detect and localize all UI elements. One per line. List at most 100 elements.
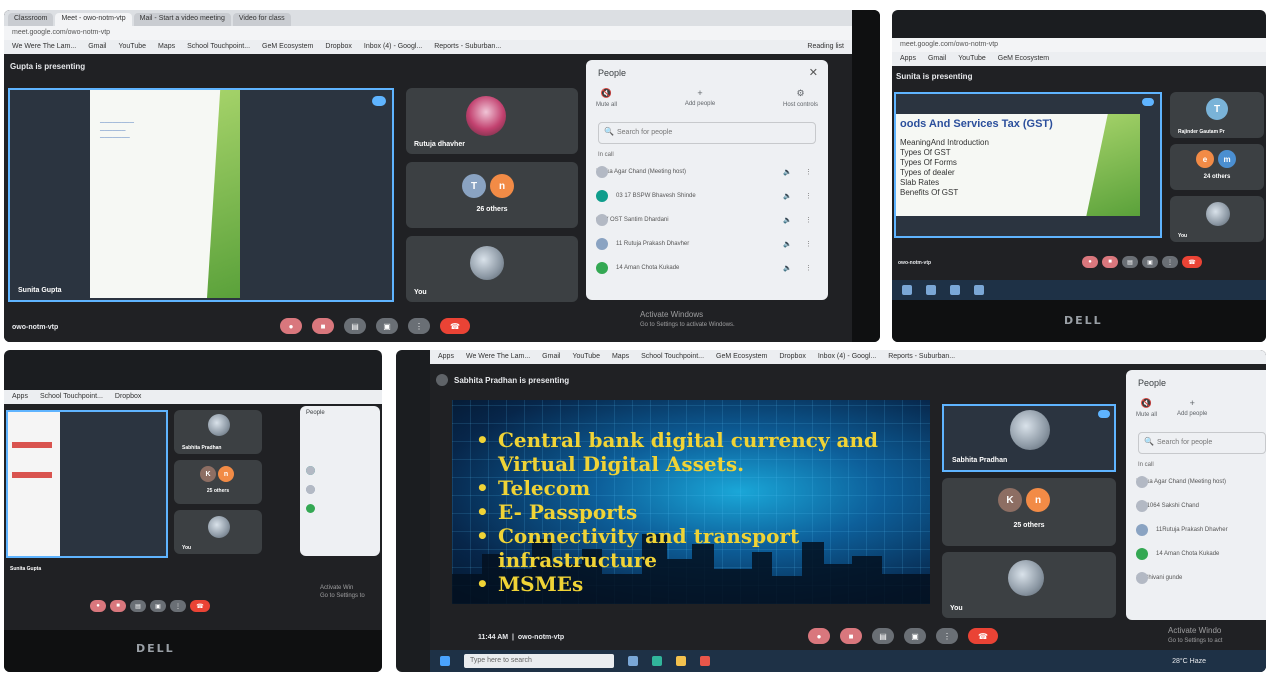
bookmark-item[interactable]: Maps <box>158 43 175 51</box>
self-tile[interactable]: You <box>942 552 1116 618</box>
more-options-button[interactable]: ⋮ <box>170 600 186 612</box>
bookmark-item[interactable]: YouTube <box>118 43 146 51</box>
mic-off-button[interactable]: ● <box>808 628 830 644</box>
list-item[interactable]: Ar 11064 Sakshi Chand <box>1136 494 1256 518</box>
windows-start-icon[interactable] <box>902 285 912 295</box>
close-icon[interactable]: ✕ <box>809 66 818 79</box>
taskbar-search-input[interactable]: Type here to search <box>464 654 614 668</box>
camera-off-button[interactable]: ■ <box>1102 256 1118 268</box>
more-icon[interactable]: ⋮ <box>805 192 812 200</box>
bookmark-item[interactable]: Dropbox <box>779 353 805 361</box>
bookmark-item[interactable]: Apps <box>12 393 28 401</box>
people-search-input[interactable]: 🔍 Search for people <box>598 122 816 144</box>
bookmark-item[interactable]: GeM Ecosystem <box>262 43 313 51</box>
list-item[interactable]: 14 Aman Chota Kukade <box>1136 542 1256 566</box>
file-explorer-icon[interactable] <box>676 656 686 666</box>
bookmark-item[interactable]: We Were The Lam... <box>466 353 530 361</box>
others-tile[interactable]: K n 25 others <box>942 478 1116 546</box>
bookmark-item[interactable]: Inbox (4) - Googl... <box>364 43 422 51</box>
taskbar-app-icon[interactable] <box>926 285 936 295</box>
list-item[interactable]: 11 Rutuja Prakash Dhavher 🔈 ⋮ <box>596 232 818 256</box>
self-tile[interactable]: You <box>174 510 262 554</box>
captions-button[interactable]: ▤ <box>130 600 146 612</box>
address-bar[interactable]: meet.google.com/owo-notm-vtp <box>4 26 852 40</box>
present-button[interactable]: ▣ <box>376 318 398 334</box>
bookmark-item[interactable]: Reports - Suburban... <box>434 43 501 51</box>
captions-button[interactable]: ▤ <box>344 318 366 334</box>
mute-all-button[interactable]: 🔇 Mute all <box>1136 398 1157 418</box>
participant-tile-highlighted[interactable]: Sabhita Pradhan <box>942 404 1116 472</box>
bookmark-item[interactable]: Maps <box>612 353 629 361</box>
bookmark-item[interactable]: YouTube <box>572 353 600 361</box>
camera-off-button[interactable]: ■ <box>840 628 862 644</box>
task-view-icon[interactable] <box>628 656 638 666</box>
more-icon[interactable]: ⋮ <box>805 240 812 248</box>
participant-tile[interactable]: Rutuja dhavher <box>406 88 578 154</box>
browser-tab-active[interactable]: Meet - owo-notm-vtp <box>55 13 132 26</box>
present-button[interactable]: ▣ <box>904 628 926 644</box>
browser-tab[interactable]: Classroom <box>8 13 54 26</box>
mic-off-button[interactable]: ● <box>280 318 302 334</box>
end-call-button[interactable]: ☎ <box>1182 256 1202 268</box>
camera-off-button[interactable]: ■ <box>312 318 334 334</box>
pin-icon[interactable] <box>372 96 386 106</box>
more-options-button[interactable]: ⋮ <box>408 318 430 334</box>
bookmark-item[interactable]: School Touchpoint... <box>641 353 704 361</box>
browser-tab[interactable]: Video for class <box>232 13 291 26</box>
bookmark-item[interactable]: School Touchpoint... <box>40 393 103 401</box>
self-tile[interactable]: You <box>1170 196 1264 242</box>
bookmark-item[interactable]: Apps <box>900 55 916 63</box>
presentation-tile[interactable]: ──────── ────── ─────── Sunita Gupta <box>8 88 394 302</box>
others-tile[interactable]: e m 24 others <box>1170 144 1264 190</box>
more-options-button[interactable]: ⋮ <box>936 628 958 644</box>
end-call-button[interactable]: ☎ <box>440 318 470 334</box>
mic-icon[interactable]: 🔈 <box>783 240 792 248</box>
host-controls-button[interactable]: ⚙ Host controls <box>783 88 818 108</box>
mic-off-button[interactable]: ● <box>90 600 106 612</box>
end-call-button[interactable]: ☎ <box>190 600 210 612</box>
others-tile[interactable]: T n 26 others <box>406 162 578 228</box>
list-item[interactable]: 03 17 BSPW Bhavesh Shinde 🔈 ⋮ <box>596 184 818 208</box>
bookmark-item[interactable]: Gmail <box>88 43 106 51</box>
more-icon[interactable]: ⋮ <box>805 168 812 176</box>
presentation-tile[interactable]: oods And Services Tax (GST) MeaningAnd I… <box>894 92 1162 238</box>
windows-start-icon[interactable] <box>440 656 450 666</box>
list-item[interactable]: 14 Aman Chota Kukade 🔈 ⋮ <box>596 256 818 280</box>
pin-icon[interactable] <box>1142 98 1154 106</box>
self-tile[interactable]: You <box>406 236 578 302</box>
mic-icon[interactable]: 🔈 <box>783 264 792 272</box>
mic-icon[interactable]: 🔈 <box>783 216 792 224</box>
present-button[interactable]: ▣ <box>1142 256 1158 268</box>
mute-all-button[interactable]: 🔇 Mute all <box>596 88 617 108</box>
bookmark-item[interactable]: School Touchpoint... <box>187 43 250 51</box>
mic-off-button[interactable]: ● <box>1082 256 1098 268</box>
bookmark-item[interactable]: GeM Ecosystem <box>998 55 1049 63</box>
add-people-button[interactable]: + Add people <box>1177 398 1207 418</box>
list-item[interactable]: Pritika Agar Chand (Meeting host) <box>1136 470 1256 494</box>
bookmark-item[interactable]: Dropbox <box>115 393 141 401</box>
browser-tab[interactable]: Mail - Start a video meeting <box>133 13 231 26</box>
participant-tile[interactable]: T Rajinder Gautam Pr <box>1170 92 1264 138</box>
list-item[interactable]: 16 Shivani gunde <box>1136 566 1256 590</box>
list-item[interactable]: 04 V OST Santim Dhardani 🔈 ⋮ <box>596 208 818 232</box>
mic-icon[interactable]: 🔈 <box>783 168 792 176</box>
bookmark-item[interactable]: Reports - Suburban... <box>888 353 955 361</box>
pin-icon[interactable] <box>1098 410 1110 418</box>
more-options-button[interactable]: ⋮ <box>1162 256 1178 268</box>
bookmark-item[interactable]: YouTube <box>958 55 986 63</box>
bookmark-item[interactable]: Dropbox <box>325 43 351 51</box>
taskbar-app-icon[interactable] <box>974 285 984 295</box>
address-bar[interactable]: meet.google.com/owo-notm-vtp <box>892 38 1266 52</box>
list-item[interactable]: Pritika Agar Chand (Meeting host) 🔈 ⋮ <box>596 160 818 184</box>
bookmark-item[interactable]: Apps <box>438 353 454 361</box>
reading-list[interactable]: Reading list <box>807 43 844 51</box>
bookmark-item[interactable]: Inbox (4) - Googl... <box>818 353 876 361</box>
present-button[interactable]: ▣ <box>150 600 166 612</box>
bookmark-item[interactable]: GeM Ecosystem <box>716 353 767 361</box>
chrome-icon[interactable] <box>700 656 710 666</box>
captions-button[interactable]: ▤ <box>872 628 894 644</box>
add-people-button[interactable]: + Add people <box>685 88 715 108</box>
camera-off-button[interactable]: ■ <box>110 600 126 612</box>
bookmark-item[interactable]: Gmail <box>928 55 946 63</box>
more-icon[interactable]: ⋮ <box>805 264 812 272</box>
